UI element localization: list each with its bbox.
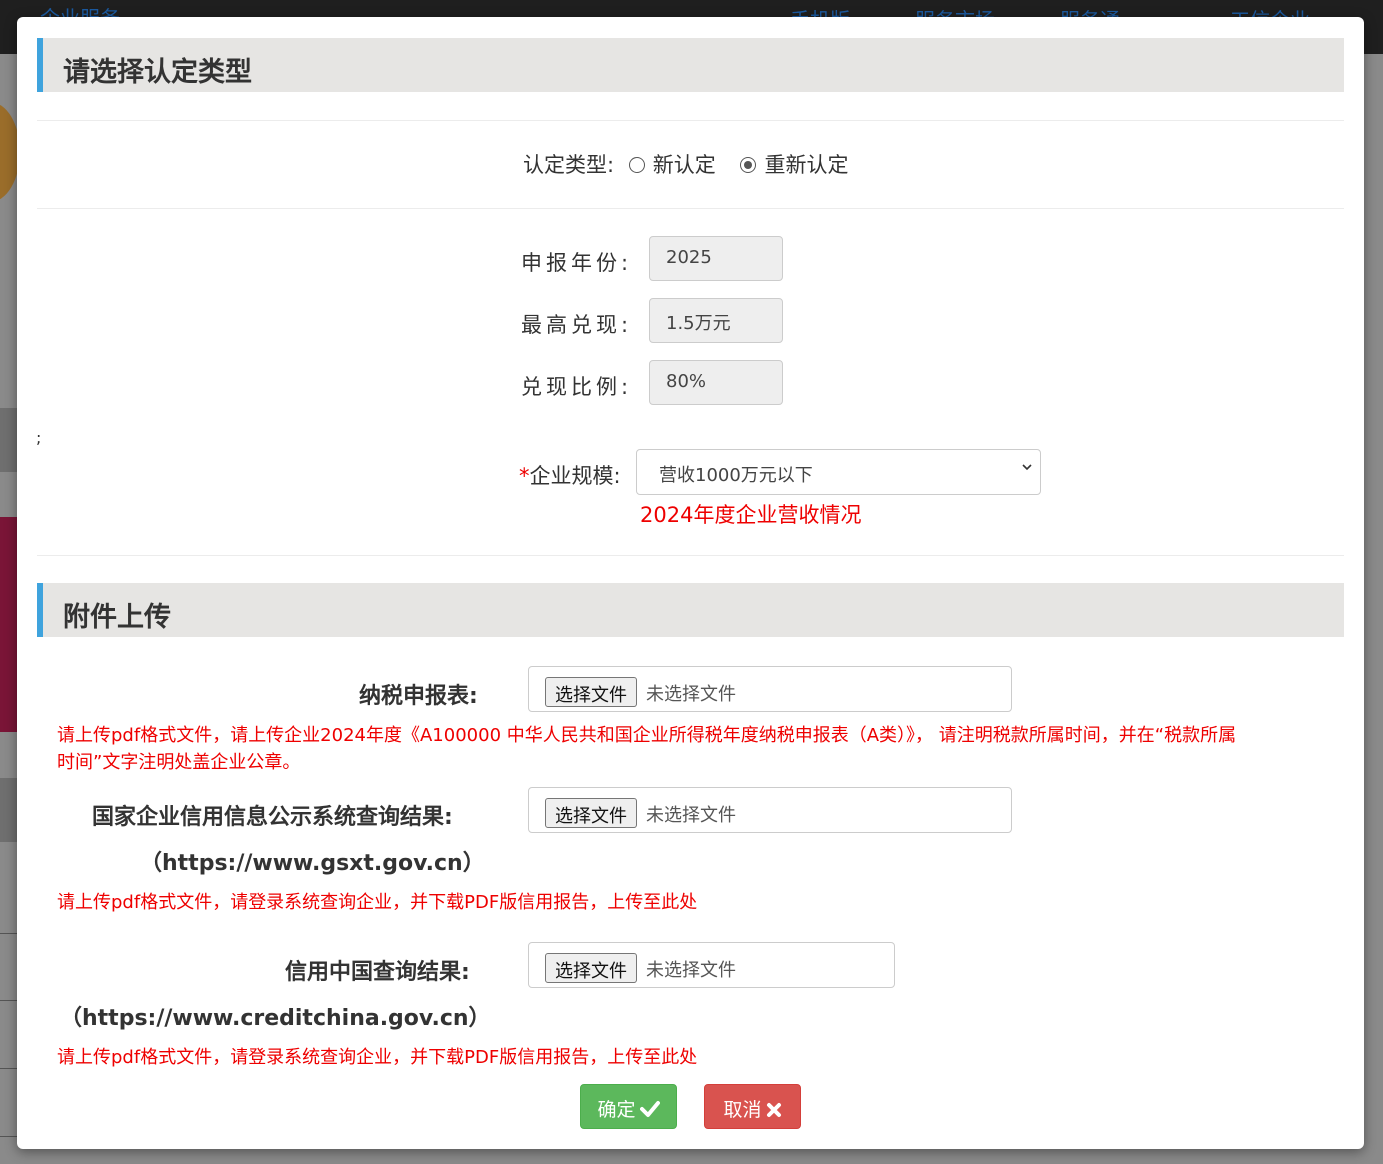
file-status: 未选择文件: [646, 684, 736, 705]
background-divider: [0, 933, 18, 934]
required-mark: *: [519, 464, 530, 488]
max-amount-field: 1.5万元: [649, 298, 783, 343]
upload-sublabel-gsxt: （https://www.gsxt.gov.cn）: [140, 851, 485, 876]
background-divider: [0, 1000, 18, 1001]
radio-label[interactable]: 重新认定: [764, 153, 848, 177]
background-banner: [0, 517, 18, 732]
upload-note-creditchina: 请上传pdf格式文件，请登录系统查询企业，并下载PDF版信用报告，上传至此处: [57, 1047, 698, 1068]
scale-label: 企业规模:: [529, 464, 621, 488]
year-field: 2025: [649, 236, 783, 281]
note-line: 请上传pdf格式文件，请上传企业2024年度《A100000 中华人民共和国企业…: [57, 725, 1237, 746]
upload-label-creditchina: 信用中国查询结果:: [285, 960, 470, 985]
certification-type-row: 认定类型: 新认定 重新认定: [523, 149, 866, 179]
enterprise-scale-select[interactable]: 营收1000万元以下: [636, 449, 1041, 495]
check-icon: [639, 1101, 660, 1117]
certification-dialog: 请选择认定类型 认定类型: 新认定 重新认定 申报年份: 2025 最高兑现: …: [17, 17, 1364, 1149]
file-status: 未选择文件: [646, 960, 736, 981]
section-title: 附件上传: [63, 602, 171, 633]
divider: [37, 120, 1344, 121]
radio-label[interactable]: 新认定: [653, 153, 716, 177]
divider: [37, 555, 1344, 556]
stray-semicolon: ;: [36, 428, 42, 447]
divider: [37, 208, 1344, 209]
chevron-down-icon[interactable]: [1022, 462, 1032, 472]
choose-file-button[interactable]: 选择文件: [545, 953, 637, 983]
max-amount-label: 最高兑现:: [521, 313, 633, 337]
choose-file-button[interactable]: 选择文件: [545, 798, 637, 828]
radio-circle-checked[interactable]: [740, 157, 757, 173]
section-header-upload: 附件上传: [37, 583, 1344, 637]
confirm-label[interactable]: 确定: [597, 1099, 635, 1121]
background-tab: [0, 778, 18, 842]
scale-label-group: *企业规模:: [519, 460, 621, 490]
file-input-gsxt[interactable]: 选择文件 未选择文件: [528, 787, 1012, 833]
note-line: 时间”文字注明处盖企业公章。: [57, 752, 301, 773]
upload-note-gsxt: 请上传pdf格式文件，请登录系统查询企业，并下载PDF版信用报告，上传至此处: [57, 892, 698, 913]
year-label: 申报年份:: [521, 251, 633, 275]
select-value[interactable]: 营收1000万元以下: [659, 465, 813, 486]
file-status: 未选择文件: [646, 805, 736, 826]
section-title: 请选择认定类型: [63, 57, 252, 88]
upload-note-tax: 请上传pdf格式文件，请上传企业2024年度《A100000 中华人民共和国企业…: [57, 722, 1236, 776]
choose-file-button[interactable]: 选择文件: [545, 677, 637, 707]
scale-hint: 2024年度企业营收情况: [640, 503, 862, 527]
upload-sublabel-creditchina: （https://www.creditchina.gov.cn）: [60, 1006, 491, 1031]
ratio-label: 兑现比例:: [521, 375, 633, 399]
background-divider: [0, 1068, 18, 1069]
confirm-button[interactable]: 确定: [580, 1084, 677, 1129]
section-header-type: 请选择认定类型: [37, 38, 1344, 92]
cancel-label[interactable]: 取消: [723, 1099, 761, 1121]
radio-circle[interactable]: [628, 157, 645, 173]
close-icon: [766, 1103, 781, 1117]
radio-new-certification[interactable]: 新认定: [621, 153, 723, 177]
type-label: 认定类型:: [523, 153, 615, 177]
background-divider: [0, 1136, 18, 1137]
file-input-creditchina[interactable]: 选择文件 未选择文件: [528, 942, 895, 988]
upload-label-gsxt: 国家企业信用信息公示系统查询结果:: [92, 805, 453, 830]
upload-label-tax: 纳税申报表:: [359, 684, 478, 709]
ratio-field: 80%: [649, 360, 783, 405]
file-input-tax[interactable]: 选择文件 未选择文件: [528, 666, 1012, 712]
background-tab: [0, 408, 18, 472]
radio-recertification[interactable]: 重新认定: [740, 153, 848, 177]
cancel-button[interactable]: 取消: [704, 1084, 801, 1129]
